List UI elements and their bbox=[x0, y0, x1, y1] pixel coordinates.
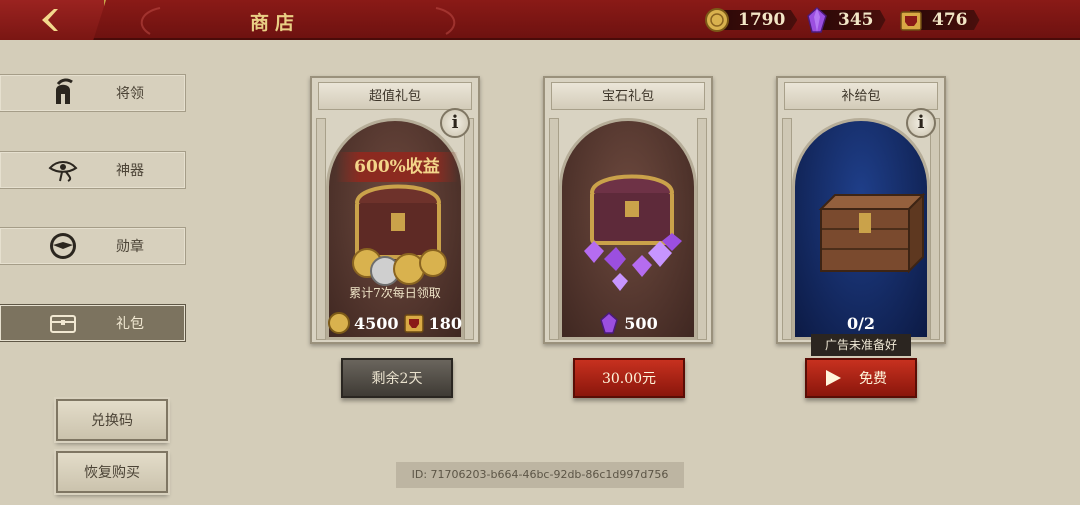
ad-progress: 0/2 bbox=[846, 313, 876, 333]
laurel-right-icon bbox=[435, 7, 456, 35]
info-button[interactable]: i bbox=[440, 108, 470, 138]
buy-gem-pack-button[interactable]: 30.00元 bbox=[573, 358, 685, 398]
card-art-frame bbox=[559, 118, 697, 340]
purple-gem-icon bbox=[600, 312, 619, 334]
reward-row: 4500 180 bbox=[328, 310, 462, 336]
pillar bbox=[782, 118, 792, 340]
card-art-frame bbox=[792, 118, 930, 340]
sidebar-item-label: 礼包 bbox=[116, 316, 144, 332]
gold-counter: 1790 bbox=[704, 8, 798, 32]
back-arrow-icon bbox=[42, 9, 58, 31]
pillar bbox=[549, 118, 559, 340]
info-button[interactable]: i bbox=[906, 108, 936, 138]
ad-not-ready-tooltip: 广告未准备好 bbox=[811, 334, 911, 356]
reward-amount: 180 bbox=[428, 313, 462, 333]
value-pack-card[interactable]: 超值礼包 i 600%收益 累计7次每日领取 4500 180 bbox=[310, 76, 480, 344]
laurel-left-icon bbox=[140, 7, 161, 35]
bonus-ribbon: 600%收益 bbox=[336, 152, 458, 182]
reward-row: 500 bbox=[561, 310, 695, 336]
top-bar: 商店 1790 345 476 bbox=[0, 0, 1080, 40]
gem-chest-icon bbox=[584, 174, 682, 291]
spartan-helmet-token-icon bbox=[403, 314, 424, 333]
reward-amount: 500 bbox=[624, 313, 658, 333]
sidebar-item-label: 神器 bbox=[116, 163, 144, 179]
chest-icon bbox=[50, 315, 76, 333]
gold-coin-icon bbox=[705, 8, 729, 32]
restore-purchase-button[interactable]: 恢复购买 bbox=[56, 451, 168, 493]
wooden-crate-icon bbox=[818, 192, 926, 274]
gem-pack-card[interactable]: 宝石礼包 500 bbox=[543, 76, 713, 344]
back-button[interactable] bbox=[0, 0, 106, 40]
redeem-code-button[interactable]: 兑换码 bbox=[56, 399, 168, 441]
sidebar-item-label: 将领 bbox=[116, 86, 144, 102]
page-title: 商店 bbox=[250, 12, 301, 34]
sidebar-item-packs[interactable]: 礼包 bbox=[0, 304, 186, 342]
spartan-helmet-icon bbox=[56, 78, 73, 104]
player-id: ID: 71706203-b664-46bc-92db-86c1d997d756 bbox=[396, 462, 684, 488]
eagle-medal-icon bbox=[50, 233, 76, 259]
sidebar-item-generals[interactable]: 将领 bbox=[0, 74, 186, 112]
sidebar-item-label: 勋章 bbox=[116, 239, 144, 255]
pillar bbox=[930, 118, 940, 340]
time-left-button[interactable]: 剩余2天 bbox=[341, 358, 453, 398]
card-title: 补给包 bbox=[784, 82, 938, 110]
card-title: 超值礼包 bbox=[318, 82, 472, 110]
free-claim-button[interactable]: 免费 bbox=[805, 358, 917, 398]
play-icon bbox=[826, 370, 841, 386]
free-claim-label: 免费 bbox=[859, 371, 887, 387]
card-title: 宝石礼包 bbox=[551, 82, 705, 110]
reward-amount: 4500 bbox=[354, 313, 399, 333]
pillar bbox=[464, 118, 474, 340]
pillar bbox=[316, 118, 326, 340]
supply-pack-card[interactable]: 补给包 i 0/2 bbox=[776, 76, 946, 344]
purple-gem-icon bbox=[807, 7, 827, 33]
spartan-helmet-token-icon bbox=[900, 11, 922, 31]
token-counter: 476 bbox=[898, 8, 980, 32]
sidebar-item-medals[interactable]: 勋章 bbox=[0, 227, 186, 265]
gold-coin-icon bbox=[328, 312, 351, 334]
eye-of-horus-icon bbox=[48, 161, 78, 182]
gem-counter: 345 bbox=[804, 7, 886, 33]
pillar bbox=[697, 118, 707, 340]
card-subtitle: 累计7次每日领取 bbox=[349, 286, 441, 300]
sidebar-item-artifacts[interactable]: 神器 bbox=[0, 151, 186, 189]
